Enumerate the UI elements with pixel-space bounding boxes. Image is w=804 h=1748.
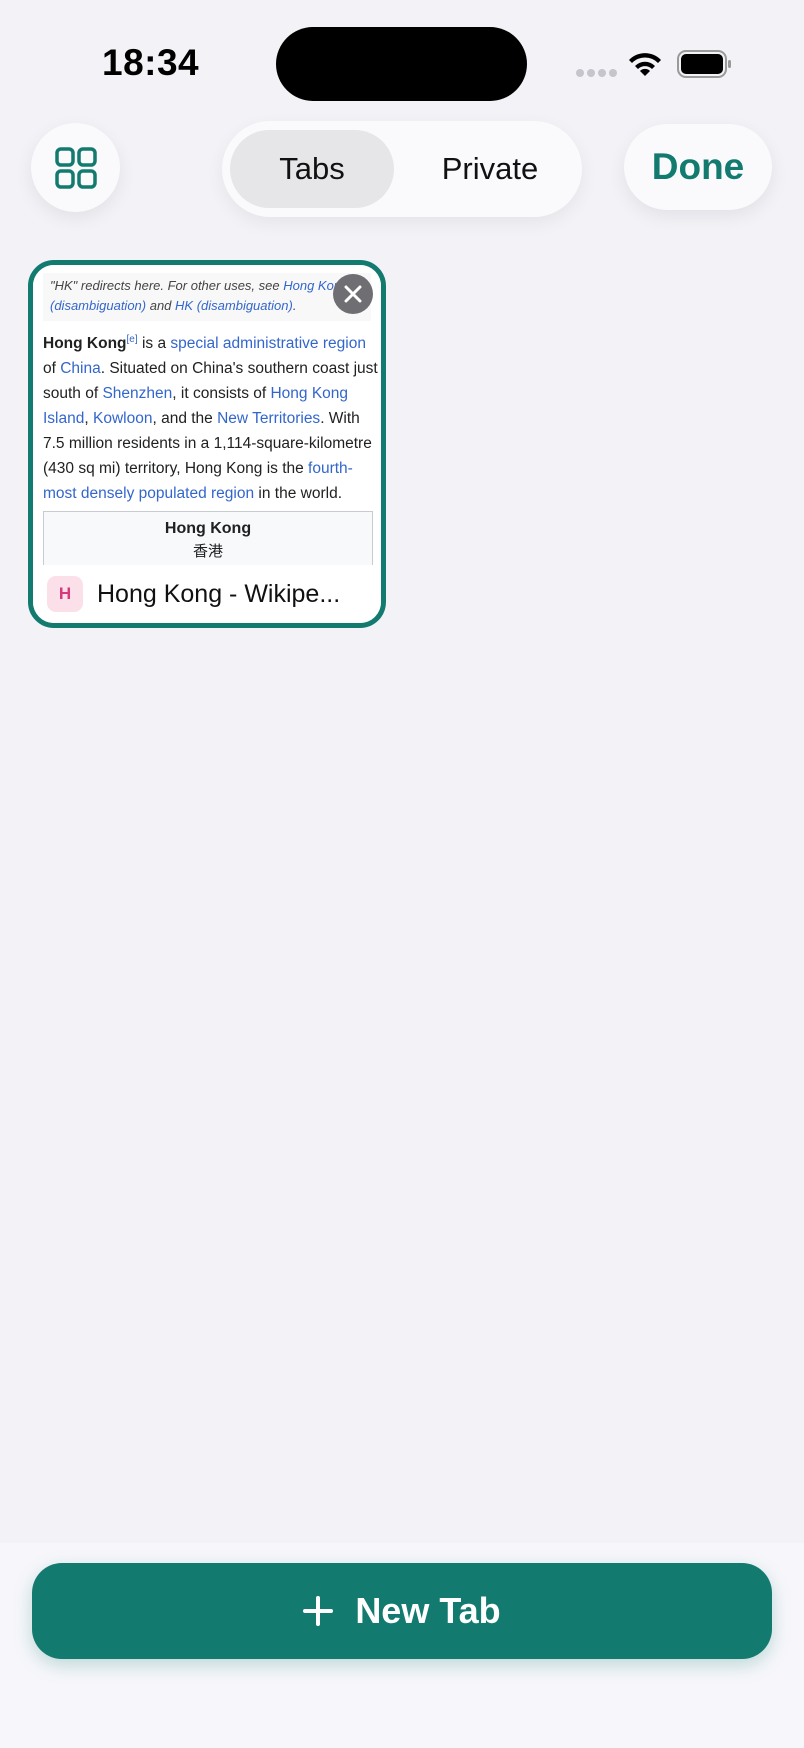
battery-icon — [677, 50, 731, 78]
new-tab-label: New Tab — [355, 1590, 501, 1631]
dynamic-island — [276, 27, 527, 101]
article-link: New Territories — [217, 410, 321, 428]
tab-title: Hong Kong - Wikipe... — [97, 579, 341, 608]
article-link: China — [60, 360, 101, 378]
done-button[interactable]: Done — [624, 124, 772, 210]
new-tab-button[interactable]: New Tab — [32, 1563, 772, 1659]
tab-grid-icon — [54, 146, 97, 189]
cellular-signal-icon — [576, 69, 617, 77]
segment-private[interactable]: Private — [406, 130, 574, 208]
wiki-article-lead: Hong Kong[e] is a special administrative… — [43, 334, 378, 503]
wifi-icon — [629, 53, 661, 76]
tab-card[interactable]: "HK" redirects here. For other uses, see… — [28, 260, 386, 628]
wiki-infobox: Hong Kong 香港 — [43, 511, 373, 565]
close-tab-button[interactable] — [333, 274, 373, 314]
article-link: Shenzhen — [102, 385, 173, 403]
infobox-title: Hong Kong — [164, 520, 252, 537]
status-bar: 18:34 — [0, 0, 804, 120]
wiki-hatnote: "HK" redirects here. For other uses, see… — [43, 273, 371, 321]
tab-preview: "HK" redirects here. For other uses, see… — [33, 265, 381, 565]
infobox-subtitle: 香港 — [192, 543, 223, 560]
article-link: special administrative region — [170, 335, 366, 353]
tabs-private-segmented-control: Tabs Private — [222, 121, 582, 217]
site-favicon: H — [47, 576, 83, 612]
hatnote-link: HK (disambiguation) — [175, 298, 293, 313]
close-icon — [344, 285, 362, 303]
article-link: Kowloon — [93, 410, 153, 428]
status-time: 18:34 — [102, 42, 200, 83]
plus-icon — [303, 1596, 334, 1626]
tab-footer: H Hong Kong - Wikipe... — [33, 565, 381, 623]
tab-grid-button[interactable] — [31, 123, 120, 212]
segment-tabs[interactable]: Tabs — [230, 130, 394, 208]
